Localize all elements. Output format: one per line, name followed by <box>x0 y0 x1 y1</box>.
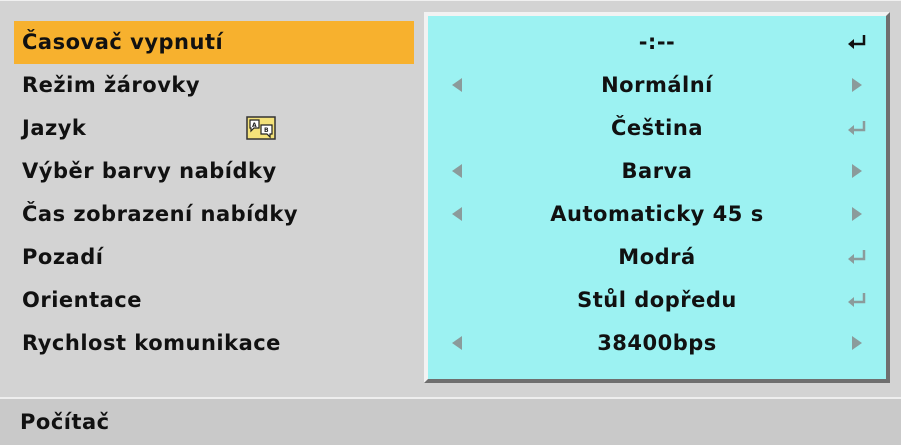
value-text: 38400bps <box>597 331 717 355</box>
menu-labels: Časovač vypnutí Režim žárovky Jazyk A B … <box>14 21 414 365</box>
menu-item-label: Režim žárovky <box>22 73 201 97</box>
value-row-lamp-mode[interactable]: Normální <box>428 64 886 107</box>
value-row-orientation[interactable]: Stůl dopředu <box>428 279 886 322</box>
menu-item-label: Výběr barvy nabídky <box>22 159 277 183</box>
enter-icon[interactable] <box>846 247 868 267</box>
arrow-right-icon[interactable] <box>852 207 862 221</box>
menu-item-label: Časovač vypnutí <box>22 30 224 54</box>
enter-icon[interactable] <box>846 118 868 138</box>
value-text: -:-- <box>638 30 676 54</box>
status-bar: Počítač <box>0 397 901 445</box>
menu-item-label: Rychlost komunikace <box>22 331 281 355</box>
value-row-off-timer[interactable]: -:-- <box>428 21 886 64</box>
menu-item-label: Orientace <box>22 288 142 312</box>
svg-text:A: A <box>252 122 257 129</box>
menu-item-language[interactable]: Jazyk A B <box>14 107 414 150</box>
menu-item-background[interactable]: Pozadí <box>14 236 414 279</box>
arrow-right-icon[interactable] <box>852 164 862 178</box>
value-row-background[interactable]: Modrá <box>428 236 886 279</box>
arrow-right-icon[interactable] <box>852 78 862 92</box>
value-panel: -:-- Normální Čeština Barva Automaticky … <box>424 12 890 383</box>
value-row-menu-color[interactable]: Barva <box>428 150 886 193</box>
menu-panel: Časovač vypnutí Režim žárovky Jazyk A B … <box>0 0 901 397</box>
menu-item-menu-display-time[interactable]: Čas zobrazení nabídky <box>14 193 414 236</box>
language-icon: A B <box>246 116 276 140</box>
value-text: Barva <box>621 159 693 183</box>
menu-item-label: Čas zobrazení nabídky <box>22 202 299 226</box>
value-text: Normální <box>601 73 713 97</box>
input-source-label: Počítač <box>20 410 110 434</box>
svg-text:B: B <box>264 127 269 134</box>
menu-item-orientation[interactable]: Orientace <box>14 279 414 322</box>
value-text: Stůl dopředu <box>577 288 737 312</box>
enter-icon[interactable] <box>846 32 868 52</box>
value-text: Automaticky 45 s <box>550 202 764 226</box>
menu-item-label: Jazyk <box>22 116 87 140</box>
menu-item-lamp-mode[interactable]: Režim žárovky <box>14 64 414 107</box>
value-row-communication-speed[interactable]: 38400bps <box>428 322 886 365</box>
arrow-right-icon[interactable] <box>852 336 862 350</box>
menu-item-menu-color[interactable]: Výběr barvy nabídky <box>14 150 414 193</box>
enter-icon[interactable] <box>846 290 868 310</box>
menu-item-communication-speed[interactable]: Rychlost komunikace <box>14 322 414 365</box>
value-text: Modrá <box>618 245 696 269</box>
value-row-language[interactable]: Čeština <box>428 107 886 150</box>
menu-item-off-timer[interactable]: Časovač vypnutí <box>14 21 414 64</box>
value-row-menu-display-time[interactable]: Automaticky 45 s <box>428 193 886 236</box>
value-text: Čeština <box>610 116 703 140</box>
menu-item-label: Pozadí <box>22 245 104 269</box>
